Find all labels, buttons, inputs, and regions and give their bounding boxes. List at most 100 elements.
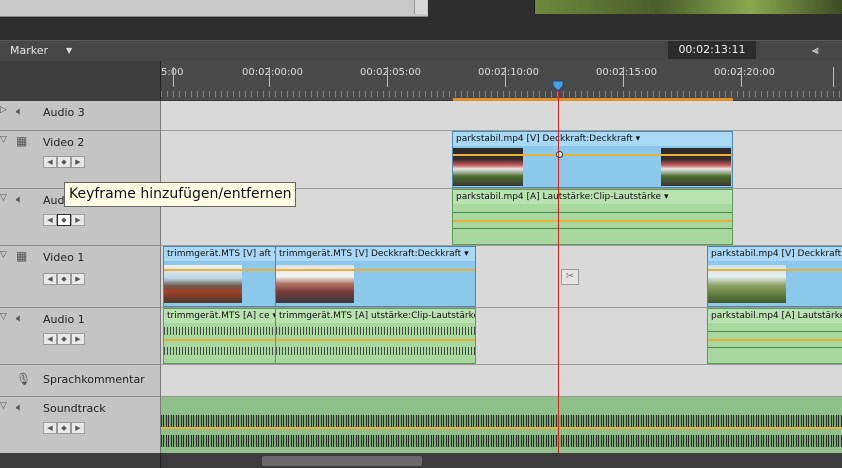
scrollbar-thumb[interactable] xyxy=(262,456,422,466)
track-body-video-2[interactable]: parkstabil.mp4 [V] Deckkraft:Deckkraft ▾ xyxy=(161,131,842,189)
audio-channel-line xyxy=(708,347,842,348)
clip-label: parkstabil.mp4 [V] Deckkraft:Deckkraft ▾ xyxy=(453,132,732,146)
volume-rubberband[interactable] xyxy=(164,339,275,341)
speaker-icon: 🔈︎ xyxy=(16,104,24,118)
video-clip-parkstabil-2[interactable]: parkstabil.mp4 [V] Deckkraft xyxy=(707,246,842,307)
track-name: Video 1 xyxy=(43,251,85,264)
track-body-narration[interactable] xyxy=(161,365,842,397)
keyframe-navigator: ◀ ◆ ▶ xyxy=(43,156,85,168)
clip-label: trimmgerät.MTS [A] utstärke:Clip-Lautstä… xyxy=(276,309,475,323)
fit-timeline-icon[interactable]: ⫷ xyxy=(812,43,819,58)
filmstrip-icon: ▦ xyxy=(16,134,28,148)
audio-channel-line xyxy=(453,212,732,213)
opacity-rubberband[interactable] xyxy=(276,269,475,271)
add-keyframe-button[interactable]: ◆ xyxy=(57,214,71,226)
speaker-icon: 🔈︎ xyxy=(16,192,24,206)
collapse-track-icon[interactable]: ▽ xyxy=(0,135,7,145)
keyframe-navigator: ◀ ◆ ▶ xyxy=(43,333,85,345)
audio-waveform xyxy=(161,435,842,447)
prev-keyframe-button[interactable]: ◀ xyxy=(43,333,57,345)
add-keyframe-button[interactable]: ◆ xyxy=(57,273,71,285)
preview-monitor xyxy=(534,0,842,14)
clip-label: parkstabil.mp4 [A] Lautstärke:Clip-Lauts… xyxy=(708,309,842,323)
audio-clip-parkstabil-2[interactable]: parkstabil.mp4 [A] Lautstärke:Clip-Lauts… xyxy=(707,308,842,364)
collapse-track-icon[interactable]: ▽ xyxy=(0,250,7,260)
next-keyframe-button[interactable]: ▶ xyxy=(71,333,85,345)
ruler-label: 00:02:15:00 xyxy=(596,67,658,78)
collapse-track-icon[interactable]: ▽ xyxy=(0,193,7,203)
add-keyframe-button[interactable]: ◆ xyxy=(57,156,71,168)
volume-rubberband[interactable] xyxy=(276,339,475,341)
chevron-down-icon: ▼ xyxy=(66,45,73,55)
audio-channel-line xyxy=(453,228,732,229)
add-keyframe-button[interactable]: ◆ xyxy=(57,333,71,345)
ruler-tick xyxy=(623,67,624,87)
track-name: Audio 1 xyxy=(43,313,85,326)
next-keyframe-button[interactable]: ▶ xyxy=(71,156,85,168)
collapse-track-icon[interactable]: ▽ xyxy=(0,401,7,411)
scrollbar-divider xyxy=(160,453,161,468)
track-body-video-1[interactable]: trimmgerät.MTS [V] aft ▾ trimmgerät.MTS … xyxy=(161,246,842,308)
scissors-icon: ✂ xyxy=(561,269,579,285)
track-name: Video 2 xyxy=(43,136,85,149)
marker-menu-label: Marker xyxy=(10,43,49,57)
video-clip-trimmgeraet-1[interactable]: trimmgerät.MTS [V] aft ▾ xyxy=(163,246,276,307)
clip-label: parkstabil.mp4 [A] Lautstärke:Clip-Lauts… xyxy=(453,190,732,204)
volume-rubberband[interactable] xyxy=(708,339,842,341)
track-body-audio-1[interactable]: trimmgerät.MTS [A] ce ▾ trimmgerät.MTS [… xyxy=(161,308,842,365)
keyframe-navigator: ◀ ◆ ▶ xyxy=(43,422,85,434)
upper-panel-scroll[interactable] xyxy=(414,0,427,14)
track-header-video-2[interactable]: ▽ ▦ Video 2 ◀ ◆ ▶ xyxy=(0,131,161,189)
track-header-audio-1[interactable]: ▽ 🔈︎ Audio 1 ◀ ◆ ▶ xyxy=(0,308,161,365)
clip-label: trimmgerät.MTS [V] Deckkraft:Deckkraft ▾ xyxy=(276,247,475,261)
ruler-label: 00:02:10:00 xyxy=(478,67,540,78)
next-keyframe-button[interactable]: ▶ xyxy=(71,214,85,226)
track-name: Sprachkommentar xyxy=(43,373,145,386)
collapse-track-icon[interactable]: ▽ xyxy=(0,312,7,322)
playhead-handle[interactable] xyxy=(552,80,564,92)
prev-keyframe-button[interactable]: ◀ xyxy=(43,214,57,226)
marker-menu-button[interactable]: Marker ▼ xyxy=(10,42,72,58)
audio-waveform xyxy=(276,347,475,355)
playhead-line[interactable] xyxy=(558,86,559,453)
ruler-tick xyxy=(269,67,270,87)
track-header-soundtrack[interactable]: ▽ 🔈︎ Soundtrack ◀ ◆ ▶ xyxy=(0,397,161,454)
timecode-display: 00:02:13:11 xyxy=(668,41,756,59)
prev-keyframe-button[interactable]: ◀ xyxy=(43,422,57,434)
track-body-audio-3[interactable] xyxy=(161,101,842,131)
soundtrack-clip[interactable] xyxy=(161,397,842,453)
prev-keyframe-button[interactable]: ◀ xyxy=(43,156,57,168)
ruler-label: 00:02:00:00 xyxy=(242,67,304,78)
ruler-tick xyxy=(741,67,742,87)
audio-waveform xyxy=(164,327,275,335)
volume-rubberband[interactable] xyxy=(453,220,732,222)
next-keyframe-button[interactable]: ▶ xyxy=(71,422,85,434)
audio-channel-line xyxy=(708,331,842,332)
volume-rubberband[interactable] xyxy=(161,427,842,429)
ruler-tick xyxy=(173,67,174,87)
track-header-narration[interactable]: 🎙︎ Sprachkommentar xyxy=(0,365,161,397)
track-name: Soundtrack xyxy=(43,402,106,415)
track-header-video-1[interactable]: ▽ ▦ Video 1 ◀ ◆ ▶ xyxy=(0,246,161,308)
track-header-audio-3[interactable]: ▷ 🔈︎ Audio 3 xyxy=(0,101,161,131)
prev-keyframe-button[interactable]: ◀ xyxy=(43,273,57,285)
opacity-rubberband[interactable] xyxy=(164,269,275,271)
audio-clip-trimmgeraet-2[interactable]: trimmgerät.MTS [A] utstärke:Clip-Lautstä… xyxy=(275,308,476,364)
ruler-tick xyxy=(505,67,506,87)
microphone-icon: 🎙︎ xyxy=(16,372,32,386)
next-keyframe-button[interactable]: ▶ xyxy=(71,273,85,285)
add-keyframe-button[interactable]: ◆ xyxy=(57,422,71,434)
video-clip-parkstabil[interactable]: parkstabil.mp4 [V] Deckkraft:Deckkraft ▾ xyxy=(452,131,733,188)
ruler-tick xyxy=(833,67,834,87)
time-ruler[interactable]: 5:00 00:02:00:00 00:02:05:00 00:02:10:00… xyxy=(161,61,842,100)
audio-waveform xyxy=(164,347,275,355)
audio-waveform xyxy=(161,415,842,427)
video-clip-trimmgeraet-2[interactable]: trimmgerät.MTS [V] Deckkraft:Deckkraft ▾ xyxy=(275,246,476,307)
opacity-rubberband[interactable] xyxy=(708,269,842,271)
ruler-label: 00:02:20:00 xyxy=(714,67,776,78)
expand-track-icon[interactable]: ▷ xyxy=(0,105,7,115)
audio-clip-trimmgeraet-1[interactable]: trimmgerät.MTS [A] ce ▾ xyxy=(163,308,276,364)
filmstrip-icon: ▦ xyxy=(16,249,28,263)
opacity-rubberband[interactable] xyxy=(453,154,732,156)
audio-clip-parkstabil[interactable]: parkstabil.mp4 [A] Lautstärke:Clip-Lauts… xyxy=(452,189,733,245)
